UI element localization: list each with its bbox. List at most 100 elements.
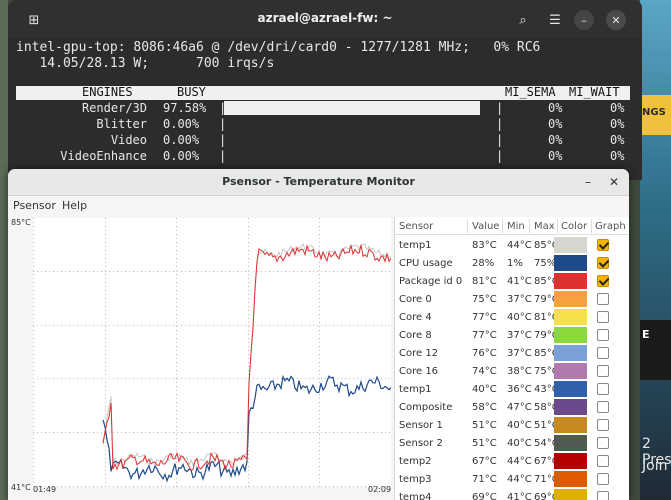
menu-icon[interactable]: ☰ (542, 7, 568, 33)
bar-right-edge: | (496, 117, 504, 131)
header-max[interactable]: Max (534, 221, 555, 232)
search-icon[interactable]: ⌕ (510, 7, 536, 33)
psensor-titlebar[interactable]: Psensor - Temperature Monitor – ✕ (8, 169, 629, 196)
minimize-icon[interactable]: – (585, 175, 591, 189)
bar-left-edge: | (219, 117, 227, 131)
column-separator (529, 219, 530, 233)
sensor-color-swatch[interactable] (554, 309, 587, 325)
header-color[interactable]: Color (561, 221, 587, 232)
sensor-max: 75% (534, 258, 557, 269)
graph-checkbox[interactable] (597, 257, 609, 269)
sensor-value: 67°C (472, 456, 497, 467)
sensor-color-swatch[interactable] (554, 435, 587, 451)
graph-checkbox[interactable] (597, 383, 609, 395)
engine-mi-sema: 0% (548, 149, 563, 163)
sensor-row[interactable]: temp2 67°C 44°C 67°C (395, 452, 629, 470)
sensor-name: Package id 0 (399, 276, 463, 287)
graph-checkbox[interactable] (597, 365, 609, 377)
engine-name: Blitter (96, 117, 147, 131)
menu-help[interactable]: Help (62, 199, 87, 212)
graph-checkbox[interactable] (597, 275, 609, 287)
graph-checkbox[interactable] (597, 473, 609, 485)
sensor-color-swatch[interactable] (554, 381, 587, 397)
engine-mi-wait: 0% (610, 117, 625, 131)
sensor-row[interactable]: Sensor 2 51°C 40°C 54°C (395, 434, 629, 452)
graph-y-min-label: 41°C (11, 483, 31, 492)
sensor-min: 44°C (507, 240, 532, 251)
menu-psensor[interactable]: Psensor (13, 199, 56, 212)
sensor-row[interactable]: temp1 40°C 36°C 43°C (395, 380, 629, 398)
graph-x-start-label: 01:49 (33, 485, 57, 494)
graph-checkbox[interactable] (597, 419, 609, 431)
sensor-color-swatch[interactable] (554, 399, 587, 415)
sensor-name: CPU usage (399, 258, 453, 269)
sensor-color-swatch[interactable] (554, 237, 587, 253)
graph-checkbox[interactable] (597, 455, 609, 467)
header-min[interactable]: Min (507, 221, 525, 232)
engines-header: ENGINES BUSY MI_SEMA MI_WAIT (16, 85, 630, 100)
engine-name: Video (110, 133, 147, 147)
graph-checkbox[interactable] (597, 239, 609, 251)
sensor-color-swatch[interactable] (554, 255, 587, 271)
engines-column-header: ENGINES (82, 85, 133, 99)
sensor-color-swatch[interactable] (554, 363, 587, 379)
header-value[interactable]: Value (472, 221, 499, 232)
sensor-min: 41°C (507, 276, 532, 287)
minimize-icon[interactable]: – (574, 10, 594, 30)
graph-checkbox[interactable] (597, 437, 609, 449)
graph-checkbox[interactable] (597, 347, 609, 359)
graph-y-max-label: 85°C (11, 218, 31, 227)
graph-checkbox[interactable] (597, 293, 609, 305)
graph-checkbox[interactable] (597, 491, 609, 500)
close-icon[interactable]: ✕ (606, 10, 626, 30)
sensor-row[interactable]: temp1 83°C 44°C 85°C (395, 236, 629, 254)
sensor-color-swatch[interactable] (554, 273, 587, 289)
sensor-row[interactable]: temp3 71°C 44°C 71°C (395, 470, 629, 488)
graph-checkbox[interactable] (597, 329, 609, 341)
temperature-graph-svg (33, 218, 391, 487)
sensor-row[interactable]: Core 0 75°C 37°C 79°C (395, 290, 629, 308)
sensor-row[interactable]: Package id 0 81°C 41°C 85°C (395, 272, 629, 290)
sensor-value: 83°C (472, 240, 497, 251)
gpu-summary-line: intel-gpu-top: 8086:46a6 @ /dev/dri/card… (16, 40, 541, 55)
sensor-row[interactable]: Sensor 1 51°C 40°C 51°C (395, 416, 629, 434)
header-sensor[interactable]: Sensor (399, 221, 433, 232)
graph-series-cpu-usage (102, 374, 391, 483)
sensor-row[interactable]: Core 12 76°C 37°C 85°C (395, 344, 629, 362)
sensor-row[interactable]: Core 16 74°C 38°C 75°C (395, 362, 629, 380)
terminal-titlebar[interactable]: ⊞ azrael@azrael-fw: ~ ⌕ ☰ – ✕ (8, 0, 642, 38)
close-icon[interactable]: ✕ (609, 175, 619, 189)
sensor-min: 38°C (507, 366, 532, 377)
sensor-color-swatch[interactable] (554, 471, 587, 487)
sensor-value: 58°C (472, 402, 497, 413)
sensor-name: Core 4 (399, 312, 432, 323)
sensor-row[interactable]: Composite 58°C 47°C 58°C (395, 398, 629, 416)
engine-mi-sema: 0% (548, 133, 563, 147)
graph-checkbox[interactable] (597, 311, 609, 323)
sensor-table[interactable]: Sensor Value Min Max Color Graph temp1 83… (394, 217, 629, 500)
sensor-row[interactable]: temp4 69°C 41°C 69°C (395, 488, 629, 500)
graph-checkbox[interactable] (597, 401, 609, 413)
sensor-name: temp2 (399, 456, 432, 467)
engine-busy: 0.00% (163, 117, 200, 131)
temperature-graph[interactable] (33, 218, 391, 487)
sensor-value: 76°C (472, 348, 497, 359)
sensor-value: 28% (472, 258, 495, 269)
engine-mi-sema: 0% (548, 101, 563, 115)
header-graph[interactable]: Graph (595, 221, 626, 232)
background-text: NGS (642, 107, 666, 118)
sensor-color-swatch[interactable] (554, 345, 587, 361)
sensor-color-swatch[interactable] (554, 327, 587, 343)
psensor-window[interactable]: Psensor - Temperature Monitor – ✕ Psenso… (8, 169, 629, 500)
sensor-row[interactable]: CPU usage 28% 1% 75% (395, 254, 629, 272)
terminal-window[interactable]: ⊞ azrael@azrael-fw: ~ ⌕ ☰ – ✕ intel-gpu-… (8, 0, 642, 180)
sensor-min: 40°C (507, 312, 532, 323)
sensor-row[interactable]: Core 4 77°C 40°C 81°C (395, 308, 629, 326)
sensor-color-swatch[interactable] (554, 417, 587, 433)
sensor-color-swatch[interactable] (554, 489, 587, 500)
background-panel: E (640, 320, 671, 380)
sensor-row[interactable]: Core 8 77°C 37°C 79°C (395, 326, 629, 344)
sensor-color-swatch[interactable] (554, 291, 587, 307)
sensor-color-swatch[interactable] (554, 453, 587, 469)
mi-sema-column-header: MI_SEMA (505, 85, 556, 99)
